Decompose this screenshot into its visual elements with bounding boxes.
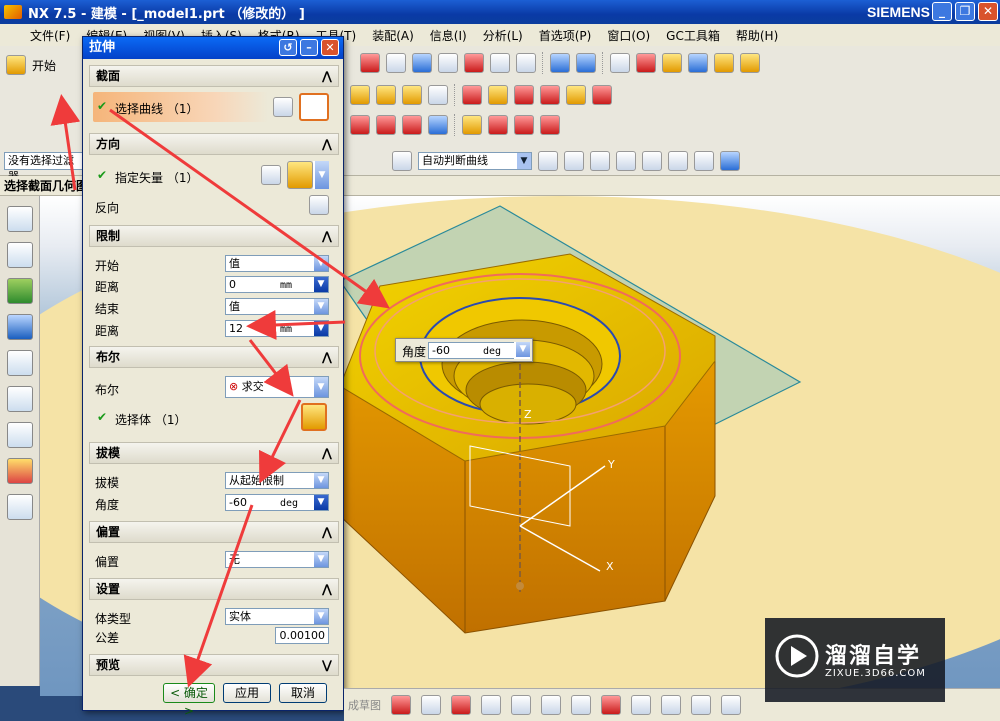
arrow-to-curve: [109, 108, 390, 309]
arrow-to-distance: [246, 309, 346, 340]
arrow-to-extrude-icon: [50, 94, 81, 191]
arrow-to-ok: [183, 504, 254, 688]
arrow-to-boolean: [248, 339, 294, 397]
arrow-to-draft: [259, 399, 302, 484]
tutorial-arrows: [50, 94, 390, 688]
